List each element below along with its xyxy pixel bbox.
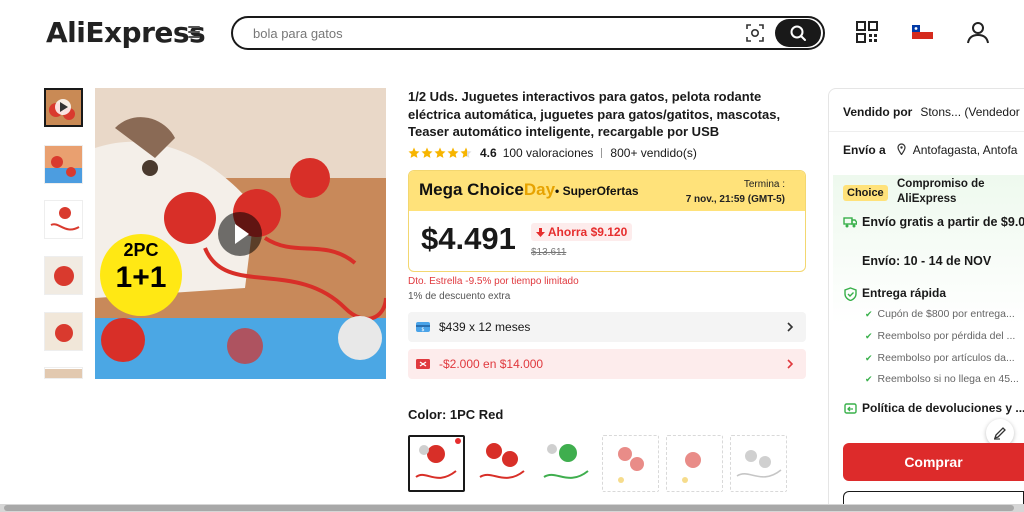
thumbnail-image-4[interactable] bbox=[44, 256, 83, 295]
product-title: 1/2 Uds. Juguetes interactivos para gato… bbox=[408, 89, 781, 139]
qr-code-icon[interactable] bbox=[856, 21, 878, 43]
main-product-image[interactable]: 2PC 1+1 bbox=[95, 88, 386, 379]
search-button[interactable] bbox=[775, 19, 821, 47]
countdown: Termina : 7 nov., 21:59 (GMT-5) bbox=[686, 177, 785, 207]
buy-now-button[interactable]: Comprar bbox=[843, 443, 1024, 481]
countdown-date: 7 nov., 21:59 (GMT-5) bbox=[685, 194, 785, 205]
play-video-button[interactable] bbox=[218, 212, 262, 256]
color-swatch-1[interactable] bbox=[408, 435, 465, 492]
divider bbox=[829, 131, 1024, 132]
horizontal-scrollbar[interactable] bbox=[0, 504, 1024, 512]
check-icon: ✔ bbox=[865, 331, 873, 341]
bundle-badge-bottom: 1+1 bbox=[115, 261, 167, 294]
location-pin-icon bbox=[897, 143, 906, 156]
star-discount-text: Dto. Estrella -9.5% por tiempo limitado bbox=[408, 276, 579, 287]
mega-choice-title: Mega ChoiceDay• SuperOfertas bbox=[419, 180, 639, 199]
choice-tag: Choice bbox=[843, 185, 888, 201]
savings-badge: Ahorra $9.120 bbox=[531, 223, 633, 241]
current-price: $4.491 bbox=[421, 221, 516, 256]
scrollbar-thumb[interactable] bbox=[4, 505, 1014, 511]
truck-icon bbox=[843, 217, 857, 228]
pencil-icon bbox=[993, 427, 1006, 440]
free-shipping-text: Envío gratis a partir de $9.000 bbox=[862, 215, 1024, 229]
sold-count: 800+ vendido(s) bbox=[610, 146, 697, 160]
star-icon bbox=[434, 147, 446, 158]
color-swatch-2[interactable] bbox=[474, 435, 531, 492]
svg-text:$: $ bbox=[421, 327, 424, 333]
card-installments-icon: $ bbox=[416, 322, 430, 333]
rating-score: 4.6 bbox=[480, 146, 497, 160]
thumbnail-image-2[interactable] bbox=[44, 145, 83, 184]
installments-row[interactable]: $ $439 x 12 meses bbox=[408, 312, 806, 342]
reviews-count[interactable]: 100 valoraciones bbox=[503, 146, 594, 160]
benefit-item: ✔ Reembolso por pérdida del ... bbox=[865, 330, 1016, 342]
installments-text: $439 x 12 meses bbox=[439, 320, 531, 334]
coupon-text: -$2.000 en $14.000 bbox=[439, 357, 544, 371]
returns-icon bbox=[844, 403, 857, 414]
thumbnail-image-3[interactable] bbox=[44, 200, 83, 239]
color-swatch-5[interactable] bbox=[666, 435, 723, 492]
color-swatch-6[interactable] bbox=[730, 435, 787, 492]
ship-to-location: Antofagasta, Antofa bbox=[912, 143, 1018, 157]
search-input[interactable] bbox=[253, 24, 733, 42]
bundle-badge-top: 2PC bbox=[123, 240, 159, 260]
star-icon bbox=[421, 147, 433, 158]
ship-to-label: Envío a bbox=[843, 143, 886, 157]
coupon-icon bbox=[416, 359, 430, 369]
star-icon bbox=[447, 147, 459, 158]
mega-choice-banner: Mega ChoiceDay• SuperOfertas Termina : 7… bbox=[409, 171, 805, 211]
shield-icon bbox=[844, 287, 857, 301]
benefit-item: ✔ Cupón de $800 por entrega... bbox=[865, 308, 1015, 320]
chevron-right-icon bbox=[787, 322, 794, 332]
chevron-right-icon bbox=[787, 359, 794, 369]
color-swatch-4[interactable] bbox=[602, 435, 659, 492]
price-box: Mega ChoiceDay• SuperOfertas Termina : 7… bbox=[408, 170, 806, 272]
check-icon: ✔ bbox=[865, 353, 873, 363]
aliexpress-logo[interactable]: AliExpress bbox=[46, 16, 206, 49]
benefit-item: ✔ Reembolso si no llega en 45... bbox=[865, 373, 1019, 385]
ship-to-row[interactable]: Envío a Antofagasta, Antofa bbox=[843, 143, 1017, 157]
down-arrow-icon bbox=[536, 228, 545, 237]
seller-name: Stons... (Vendedor bbox=[920, 105, 1020, 119]
thumbnail-video[interactable] bbox=[44, 88, 83, 127]
search-icon bbox=[790, 25, 806, 41]
color-label: Color: 1PC Red bbox=[408, 407, 504, 422]
half-star-icon bbox=[460, 147, 472, 158]
camera-search-icon[interactable] bbox=[746, 24, 764, 42]
returns-policy-link[interactable]: Política de devoluciones y ... bbox=[862, 401, 1024, 415]
original-price: $13.611 bbox=[531, 247, 567, 258]
search-bar bbox=[231, 16, 825, 50]
delivery-dates: Envío: 10 - 14 de NOV bbox=[862, 254, 992, 268]
top-header: AliExpress bbox=[0, 0, 1024, 64]
fast-delivery-title: Entrega rápida bbox=[862, 286, 947, 300]
sold-by-label: Vendido por bbox=[843, 105, 913, 119]
rating-stars bbox=[408, 147, 472, 159]
sold-by-row[interactable]: Vendido por Stons... (Vendedor bbox=[843, 105, 1020, 119]
thumbnail-image-6[interactable] bbox=[44, 367, 83, 379]
chile-flag-icon[interactable] bbox=[912, 25, 933, 39]
divider bbox=[601, 148, 603, 158]
check-icon: ✔ bbox=[865, 309, 873, 319]
menu-icon[interactable] bbox=[188, 26, 200, 38]
bundle-badge: 2PC 1+1 bbox=[100, 234, 182, 316]
countdown-label: Termina : bbox=[743, 179, 785, 190]
star-icon bbox=[408, 147, 420, 158]
check-icon: ✔ bbox=[865, 374, 873, 384]
user-icon[interactable] bbox=[966, 20, 990, 44]
extra-discount-text: 1% de descuento extra bbox=[408, 291, 511, 302]
rating-row: 4.6 100 valoraciones 800+ vendido(s) bbox=[408, 145, 697, 161]
color-swatch-3[interactable] bbox=[538, 435, 595, 492]
coupon-row[interactable]: -$2.000 en $14.000 bbox=[408, 349, 806, 379]
benefit-item: ✔ Reembolso por artículos da... bbox=[865, 352, 1015, 364]
thumbnail-image-5[interactable] bbox=[44, 312, 83, 351]
commitment-text: Compromiso de AliExpress bbox=[897, 178, 985, 205]
